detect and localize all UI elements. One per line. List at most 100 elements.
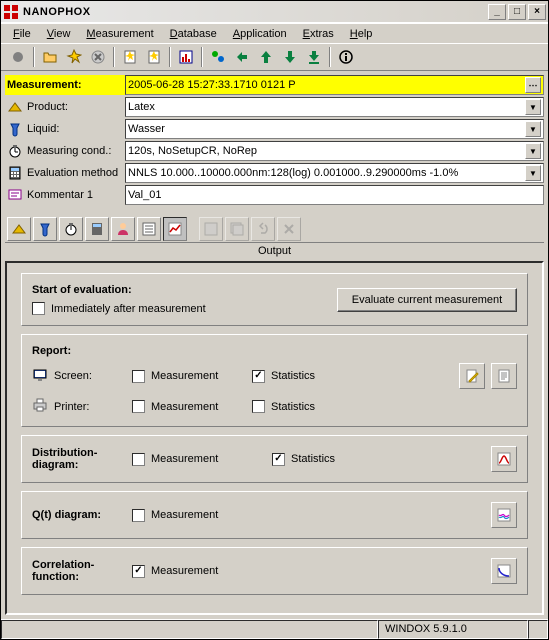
correlation-section: Correlation- function: Measurement <box>21 547 528 595</box>
tb-doc2-icon[interactable] <box>143 46 165 68</box>
menu-measurement[interactable]: Measurement <box>80 26 159 42</box>
tab-product-icon[interactable] <box>7 217 31 241</box>
liquid-combo[interactable]: Wasser▼ <box>125 119 544 139</box>
dropdown-arrow-icon[interactable]: ▼ <box>525 143 541 159</box>
dist-stats-checkbox[interactable] <box>272 453 285 466</box>
tab-calc-icon[interactable] <box>85 217 109 241</box>
dist-meas-checkbox[interactable] <box>132 453 145 466</box>
menu-help[interactable]: Help <box>344 26 379 42</box>
maximize-button[interactable]: □ <box>508 4 526 20</box>
app-icon <box>3 4 19 20</box>
product-combo[interactable]: Latex▼ <box>125 97 544 117</box>
dropdown-arrow-icon[interactable]: ▼ <box>525 165 541 181</box>
liquid-label: Liquid: <box>27 123 59 135</box>
measuring-cond-row: Measuring cond.: 120s, NoSetupCR, NoRep▼ <box>5 141 544 161</box>
report-edit-icon[interactable] <box>459 363 485 389</box>
window-title: NANOPHOX <box>23 6 486 18</box>
tab-undo-icon <box>251 217 275 241</box>
report-page-icon[interactable] <box>491 363 517 389</box>
evalmethod-label: Evaluation method <box>27 167 118 179</box>
liquid-icon <box>7 121 23 137</box>
dropdown-arrow-icon[interactable]: ▼ <box>525 121 541 137</box>
tb-run-icon[interactable] <box>63 46 85 68</box>
measurement-value: 2005-06-28 15:27:33.1710 0121 P <box>128 79 524 91</box>
tb-arrow-left-up-icon[interactable] <box>231 46 253 68</box>
tb-info-icon[interactable] <box>335 46 357 68</box>
corr-chart-icon[interactable] <box>491 558 517 584</box>
tb-open-icon[interactable] <box>39 46 61 68</box>
immediately-label: Immediately after measurement <box>51 303 206 315</box>
tab-output-icon[interactable] <box>163 217 187 241</box>
tab-list-icon[interactable] <box>137 217 161 241</box>
status-left <box>1 620 378 639</box>
meascond-combo[interactable]: 120s, NoSetupCR, NoRep▼ <box>125 141 544 161</box>
kommentar-row: Kommentar 1 Val_01 <box>5 185 544 205</box>
qt-chart-icon[interactable] <box>491 502 517 528</box>
tab-liquid-icon[interactable] <box>33 217 57 241</box>
printer-icon <box>32 397 48 416</box>
menu-application[interactable]: Application <box>227 26 293 42</box>
title-bar: NANOPHOX _ □ × <box>1 1 548 23</box>
app-window: NANOPHOX _ □ × File View Measurement Dat… <box>0 0 549 640</box>
meascond-label: Measuring cond.: <box>27 145 111 157</box>
tab-save-icon <box>199 217 223 241</box>
close-button[interactable]: × <box>528 4 546 20</box>
tab-strip <box>5 211 544 243</box>
tb-arrow-down-icon[interactable] <box>279 46 301 68</box>
minimize-button[interactable]: _ <box>488 4 506 20</box>
measurement-row: Measurement: 2005-06-28 15:27:33.1710 01… <box>5 75 544 95</box>
report-section: Report: Screen: Measurement Statistics P… <box>21 334 528 427</box>
dist-chart-icon[interactable] <box>491 446 517 472</box>
status-version: WINDOX 5.9.1.0 <box>378 620 528 639</box>
evalmethod-combo[interactable]: NNLS 10.000..10000.000nm:128(log) 0.0010… <box>125 163 544 183</box>
printer-label: Printer: <box>54 401 89 413</box>
menu-extras[interactable]: Extras <box>297 26 340 42</box>
immediately-checkbox[interactable] <box>32 302 45 315</box>
tb-arrow-down-bar-icon[interactable] <box>303 46 325 68</box>
tab-delete-icon <box>277 217 301 241</box>
screen-icon <box>32 367 48 386</box>
tb-shapes-icon[interactable] <box>207 46 229 68</box>
printer-stats-checkbox[interactable] <box>252 400 265 413</box>
tb-doc1-icon[interactable] <box>119 46 141 68</box>
report-title: Report: <box>32 345 517 357</box>
menu-bar: File View Measurement Database Applicati… <box>1 23 548 43</box>
toolbar <box>1 43 548 71</box>
kommentar-label: Kommentar 1 <box>27 189 93 201</box>
calculator-icon <box>7 165 23 181</box>
tb-cancel-icon[interactable] <box>87 46 109 68</box>
corr-meas-checkbox[interactable] <box>132 565 145 578</box>
measurement-browse-button[interactable]: ⋯ <box>525 77 541 93</box>
tab-clock-icon[interactable] <box>59 217 83 241</box>
status-bar: WINDOX 5.9.1.0 <box>1 619 548 639</box>
dist-diagram-title: Distribution- diagram: <box>32 447 132 471</box>
product-row: Product: Latex▼ <box>5 97 544 117</box>
qt-meas-checkbox[interactable] <box>132 509 145 522</box>
output-tab-label: Output <box>5 243 544 259</box>
product-icon <box>7 99 23 115</box>
product-label: Product: <box>27 101 68 113</box>
evaluate-button[interactable]: Evaluate current measurement <box>337 288 517 312</box>
tb-chart-icon[interactable] <box>175 46 197 68</box>
measurement-combo[interactable]: 2005-06-28 15:27:33.1710 0121 P ⋯ <box>125 75 544 95</box>
printer-meas-checkbox[interactable] <box>132 400 145 413</box>
tb-record-icon[interactable] <box>7 46 29 68</box>
tab-user-icon[interactable] <box>111 217 135 241</box>
tab-saveall-icon <box>225 217 249 241</box>
screen-stats-checkbox[interactable] <box>252 370 265 383</box>
comment-icon <box>7 187 23 203</box>
menu-file[interactable]: File <box>7 26 37 42</box>
dropdown-arrow-icon[interactable]: ▼ <box>525 99 541 115</box>
dist-diagram-section: Distribution- diagram: Measurement Stati… <box>21 435 528 483</box>
screen-meas-checkbox[interactable] <box>132 370 145 383</box>
kommentar-input[interactable]: Val_01 <box>125 185 544 205</box>
tb-arrow-up-icon[interactable] <box>255 46 277 68</box>
menu-database[interactable]: Database <box>164 26 223 42</box>
menu-view[interactable]: View <box>41 26 77 42</box>
start-eval-section: Start of evaluation: Immediately after m… <box>21 273 528 326</box>
correlation-title: Correlation- function: <box>32 559 132 583</box>
start-eval-title: Start of evaluation: <box>32 284 206 296</box>
clock-icon <box>7 143 23 159</box>
qt-diagram-section: Q(t) diagram: Measurement <box>21 491 528 539</box>
eval-method-row: Evaluation method NNLS 10.000..10000.000… <box>5 163 544 183</box>
